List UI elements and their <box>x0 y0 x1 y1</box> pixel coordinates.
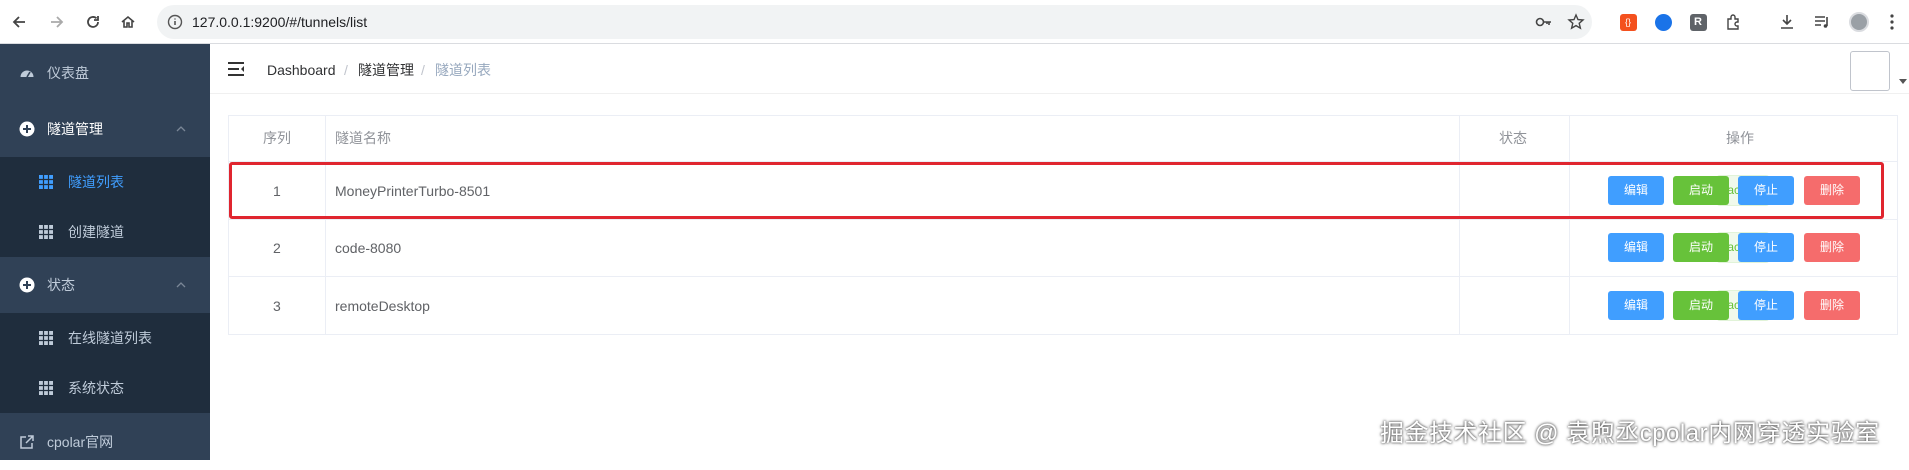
breadcrumb-separator: / <box>421 62 425 78</box>
browser-toolbar: 127.0.0.1:9200/#/tunnels/list {} R <box>0 0 1909 44</box>
header-status: 状态 <box>1499 130 1527 146</box>
chevron-up-icon <box>176 126 186 132</box>
dashboard-icon <box>20 70 34 78</box>
reload-button[interactable] <box>79 8 107 36</box>
edit-button[interactable]: 编辑 <box>1608 233 1664 262</box>
tunnel-table: 序列 隧道名称 状态 操作 1 MoneyPrinterTurbo-8501 a… <box>228 115 1898 335</box>
sidebar-item-tunnel-list[interactable]: 隧道列表 <box>0 157 210 207</box>
breadcrumb-dashboard[interactable]: Dashboard <box>267 44 336 96</box>
home-icon <box>121 15 135 28</box>
breadcrumb-separator: / <box>344 62 348 78</box>
header-name: 隧道名称 <box>335 130 391 146</box>
sidebar-item-online-tunnels[interactable]: 在线隧道列表 <box>0 313 210 363</box>
sidebar-item-cpolar-site[interactable]: cpolar官网 <box>0 414 210 470</box>
sidebar-item-label: cpolar官网 <box>47 434 114 450</box>
submenu-status: 在线隧道列表 系统状态 <box>0 313 210 413</box>
url-text: 127.0.0.1:9200/#/tunnels/list <box>192 14 368 30</box>
sidebar-item-system-status[interactable]: 系统状态 <box>0 363 210 413</box>
extension-r-icon[interactable]: R <box>1687 11 1709 33</box>
header-actions: 操作 <box>1726 130 1754 146</box>
navbar: Dashboard / 隧道管理 / 隧道列表 <box>210 44 1909 94</box>
extension-red-icon[interactable]: {} <box>1617 11 1639 33</box>
sidebar-item-dashboard[interactable]: 仪表盘 <box>0 45 210 101</box>
edit-button[interactable]: 编辑 <box>1608 291 1664 320</box>
sidebar-item-create-tunnel[interactable]: 创建隧道 <box>0 207 210 257</box>
forward-button[interactable] <box>42 8 70 36</box>
grid-icon <box>39 331 53 345</box>
watermark: 掘金技术社区 @ 袁煦丞cpolar内网穿透实验室 <box>1380 420 1880 447</box>
start-button[interactable]: 启动 <box>1673 233 1729 262</box>
breadcrumb-current: 隧道列表 <box>435 62 491 78</box>
stop-button[interactable]: 停止 <box>1738 291 1794 320</box>
address-bar[interactable]: 127.0.0.1:9200/#/tunnels/list <box>157 5 1592 39</box>
sidebar-item-label: 系统状态 <box>68 380 124 396</box>
start-button[interactable]: 启动 <box>1673 291 1729 320</box>
grid-icon <box>39 175 53 189</box>
row-index: 2 <box>273 240 281 256</box>
sidebar-item-label: 状态 <box>47 277 75 293</box>
puzzle-icon[interactable] <box>1723 11 1745 33</box>
row-tunnel-name: code-8080 <box>335 240 402 256</box>
key-icon[interactable] <box>1535 14 1553 30</box>
row-index: 3 <box>273 298 281 314</box>
sidebar-item-tunnel-management[interactable]: 隧道管理 <box>0 101 210 157</box>
arrow-right-icon <box>51 16 64 28</box>
home-button[interactable] <box>114 8 142 36</box>
sidebar-item-status[interactable]: 状态 <box>0 257 210 313</box>
sidebar-item-label: 隧道管理 <box>47 121 103 137</box>
caret-down-icon[interactable] <box>1899 79 1907 84</box>
grid-icon <box>39 381 53 395</box>
plus-circle-icon <box>19 277 35 293</box>
delete-button[interactable]: 删除 <box>1804 233 1860 262</box>
extension-blue-icon[interactable] <box>1652 11 1674 33</box>
media-control-icon[interactable] <box>1811 11 1833 33</box>
more-menu-icon[interactable] <box>1881 11 1903 33</box>
sidebar-item-label: 在线隧道列表 <box>68 330 152 346</box>
reload-icon <box>87 16 99 28</box>
hamburger-icon[interactable] <box>227 61 245 77</box>
external-link-icon <box>20 435 34 449</box>
stop-button[interactable]: 停止 <box>1738 233 1794 262</box>
delete-button[interactable]: 删除 <box>1804 291 1860 320</box>
breadcrumb-tunnel-management[interactable]: 隧道管理 <box>358 44 414 96</box>
star-icon[interactable] <box>1567 13 1585 31</box>
highlight-box <box>229 162 1884 219</box>
user-avatar[interactable] <box>1850 51 1890 91</box>
sidebar-item-label: 创建隧道 <box>68 224 124 240</box>
site-info-icon[interactable] <box>167 14 183 30</box>
submenu-tunnels: 隧道列表 创建隧道 <box>0 157 210 257</box>
plus-circle-icon <box>19 121 35 137</box>
chevron-up-icon <box>176 282 186 288</box>
grid-icon <box>39 225 53 239</box>
header-index: 序列 <box>263 130 291 146</box>
download-icon[interactable] <box>1776 11 1798 33</box>
sidebar: 仪表盘 隧道管理 隧道列表 创建隧道 状态 在线隧道列表 系统状态 cpolar… <box>0 44 210 460</box>
table-row: 3 remoteDesktop active 编辑 启动 停止 删除 <box>229 276 1897 334</box>
back-button[interactable] <box>6 8 34 36</box>
profile-avatar-icon[interactable] <box>1848 11 1870 33</box>
arrow-left-icon <box>12 16 25 28</box>
sidebar-item-label: 隧道列表 <box>68 174 124 190</box>
sidebar-item-label: 仪表盘 <box>47 65 89 81</box>
row-tunnel-name: remoteDesktop <box>335 298 430 314</box>
table-row: 2 code-8080 active 编辑 启动 停止 删除 <box>229 219 1897 276</box>
